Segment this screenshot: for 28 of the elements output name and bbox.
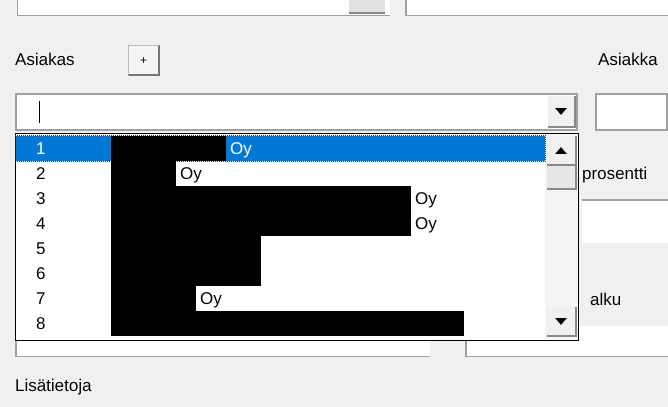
text-field[interactable] xyxy=(405,0,668,16)
scrollbar[interactable] xyxy=(545,134,578,340)
scroll-up-button[interactable] xyxy=(546,136,576,166)
scroll-thumb[interactable] xyxy=(546,166,576,190)
dropdown-item[interactable]: 1 Oy xyxy=(16,136,545,161)
dropdown-item[interactable]: 4 Oy xyxy=(16,211,545,236)
customer-label: Asiakas xyxy=(15,49,76,72)
field-button[interactable] xyxy=(349,0,385,14)
down-arrow-icon xyxy=(555,108,567,114)
customer-number-label: Asiakka xyxy=(598,49,658,72)
add-button[interactable]: + xyxy=(128,44,160,76)
dropdown-item[interactable]: 7 Oy xyxy=(16,286,545,311)
discount-label: prosentti xyxy=(582,163,648,185)
dropdown-item[interactable]: 2 Oy xyxy=(16,161,545,186)
dropdown-item[interactable]: 6 xyxy=(16,261,545,286)
up-arrow-icon xyxy=(554,146,566,154)
start-label: alku xyxy=(590,288,622,310)
down-arrow-icon xyxy=(554,318,566,324)
dropdown-item[interactable]: 5 xyxy=(16,236,545,261)
text-cursor xyxy=(39,101,40,123)
dropdown-item[interactable]: 3 Oy xyxy=(16,186,545,211)
dropdown-button[interactable] xyxy=(548,96,576,128)
scroll-down-button[interactable] xyxy=(546,307,576,337)
dropdown-item[interactable]: 8 xyxy=(16,311,545,336)
discount-field[interactable] xyxy=(582,198,668,242)
text-field[interactable] xyxy=(17,0,390,16)
notes-label: Lisätietoja xyxy=(15,376,92,395)
customer-number-field[interactable] xyxy=(595,93,668,131)
